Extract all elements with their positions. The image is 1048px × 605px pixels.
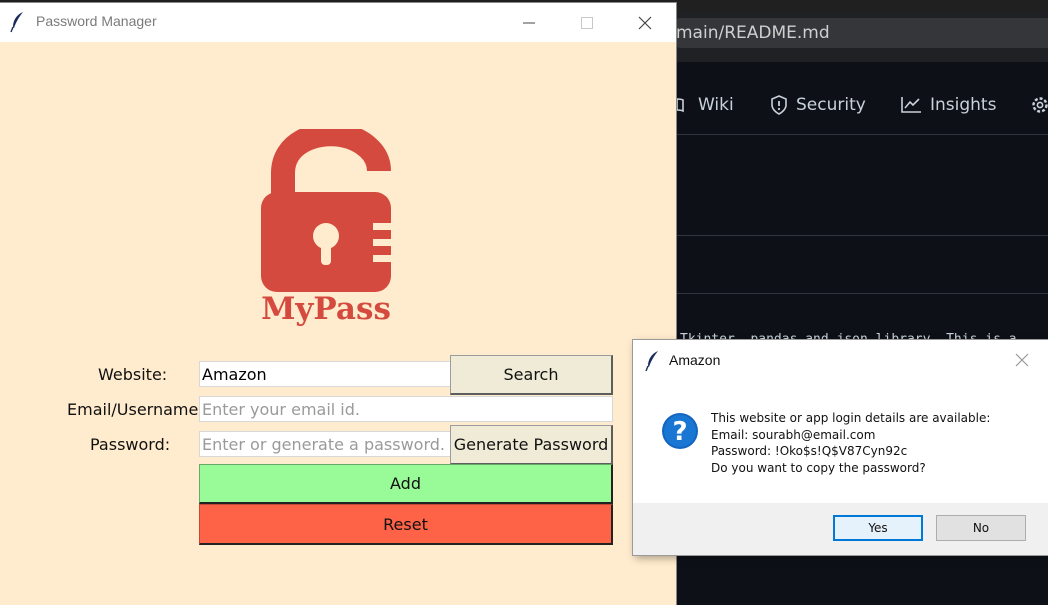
maximize-icon [581, 16, 593, 29]
message-dialog: Amazon ? This website or app login detai… [633, 340, 1048, 555]
padlock-icon [261, 129, 395, 292]
nav-item-label: Wiki [698, 95, 734, 115]
window-titlebar[interactable]: Password Manager [0, 3, 676, 42]
minimize-icon [523, 22, 535, 23]
window-title: Password Manager [36, 13, 157, 29]
dialog-message-line: Email: sourabh@email.com [711, 427, 876, 442]
logo-text: MyPass [261, 291, 391, 327]
password-manager-window: Password Manager MyPass Website: Search … [0, 3, 676, 605]
email-input[interactable] [199, 396, 613, 422]
reset-button[interactable]: Reset [199, 504, 613, 545]
dialog-message-line: Do you want to copy the password? [711, 460, 926, 475]
nav-item-label: Insights [930, 95, 997, 115]
nav-item-security[interactable]: Security [770, 92, 866, 118]
tk-feather-icon [10, 12, 23, 33]
no-button[interactable]: No [936, 515, 1026, 541]
address-bar[interactable]: main/README.md [676, 18, 1048, 48]
website-label: Website: [98, 365, 168, 384]
search-button[interactable]: Search [450, 355, 613, 395]
dialog-message-line: Password: !Oko$s!Q$V87Cyn92c [711, 444, 908, 458]
book-icon [676, 98, 684, 113]
dialog-message: This website or app login details are av… [711, 410, 990, 476]
nav-item-insights[interactable]: Insights [900, 92, 996, 118]
dialog-titlebar[interactable]: Amazon [633, 340, 1048, 380]
nav-item-label: Security [796, 95, 866, 115]
maximize-button[interactable] [558, 3, 616, 42]
nav-item-wiki[interactable]: Wiki [676, 92, 734, 118]
shield-icon [771, 95, 787, 115]
minimize-button[interactable] [500, 3, 558, 42]
generate-password-button[interactable]: Generate Password [450, 425, 613, 465]
dialog-title: Amazon [669, 352, 721, 368]
mypass-logo: MyPass [255, 129, 405, 329]
close-button[interactable] [616, 3, 674, 42]
nav-item-settings[interactable] [1030, 92, 1048, 118]
dialog-close-button[interactable] [1015, 352, 1029, 371]
divider [676, 293, 1048, 294]
address-bar-text: main/README.md [676, 23, 830, 43]
website-input[interactable] [199, 361, 451, 387]
password-input[interactable] [199, 431, 451, 457]
close-icon [638, 16, 652, 29]
email-label: Email/Username: [67, 400, 204, 419]
gear-icon [1032, 97, 1048, 113]
tk-feather-icon [645, 351, 658, 372]
close-icon [1015, 353, 1029, 367]
svg-text:?: ? [672, 417, 687, 447]
question-icon: ? [662, 413, 698, 449]
dialog-message-line: This website or app login details are av… [711, 411, 991, 425]
divider [676, 235, 1048, 236]
add-button[interactable]: Add [199, 464, 613, 504]
repo-nav: Wiki Security Insights [676, 62, 1048, 135]
password-label: Password: [90, 435, 171, 454]
yes-button[interactable]: Yes [833, 515, 923, 541]
graph-icon [901, 97, 921, 113]
